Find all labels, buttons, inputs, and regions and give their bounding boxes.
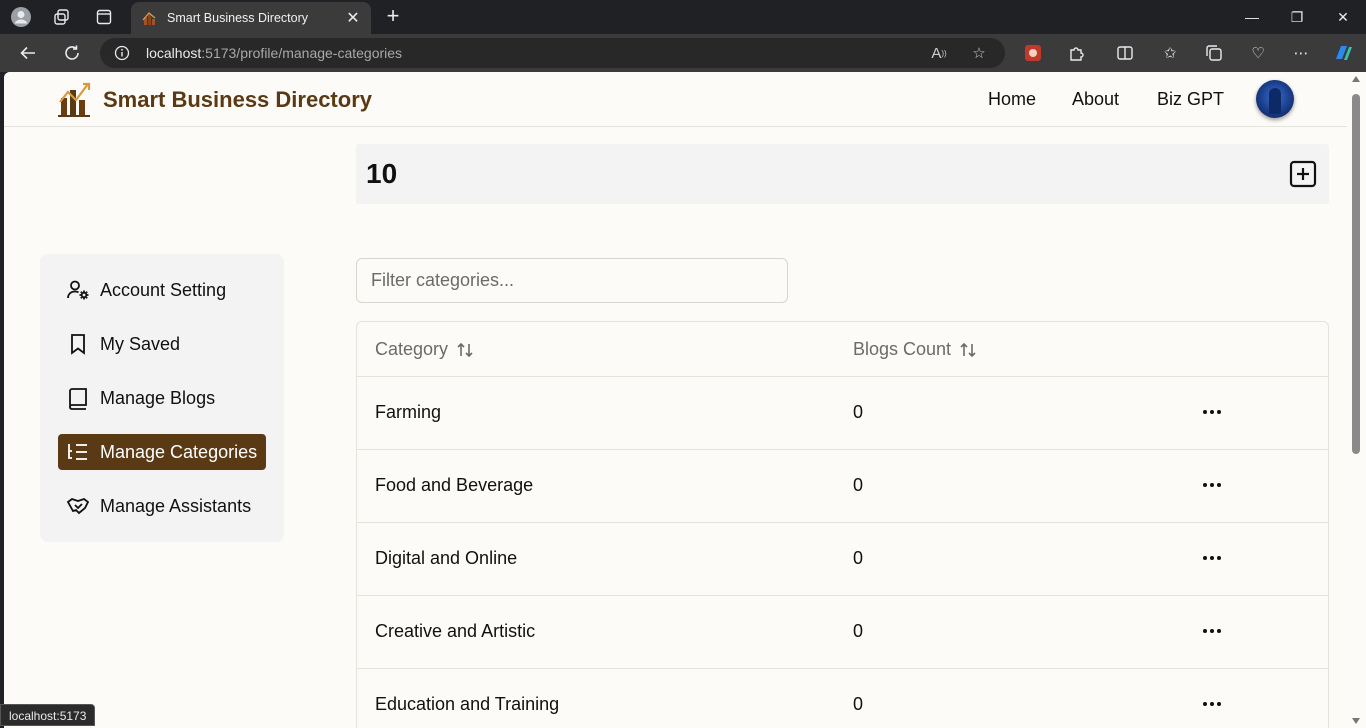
table-row: Food and Beverage 0 bbox=[357, 450, 1328, 523]
category-count: 10 bbox=[366, 158, 398, 189]
list-tree-icon bbox=[66, 440, 90, 464]
site-header: Smart Business Directory Home About Biz … bbox=[4, 72, 1347, 127]
url-host: localhost bbox=[146, 45, 202, 61]
close-tab-icon[interactable]: ✕ bbox=[345, 8, 361, 28]
reload-icon[interactable] bbox=[61, 42, 83, 64]
blogs-count-cell: 0 bbox=[853, 402, 864, 422]
category-cell: Food and Beverage bbox=[375, 475, 534, 495]
copilot-icon[interactable] bbox=[1332, 42, 1354, 64]
restore-icon[interactable]: ❐ bbox=[1286, 6, 1308, 28]
back-icon[interactable] bbox=[17, 42, 39, 64]
close-window-icon[interactable]: ✕ bbox=[1332, 6, 1354, 28]
sidebar-item-manage-blogs[interactable]: Manage Blogs bbox=[58, 380, 266, 416]
scroll-up-arrow-icon[interactable] bbox=[1352, 76, 1360, 82]
blogs-count-cell: 0 bbox=[853, 548, 864, 568]
favorites-icon[interactable]: ✩ bbox=[1159, 42, 1181, 64]
minimize-icon[interactable]: — bbox=[1241, 6, 1263, 28]
category-count-bar: 10 bbox=[356, 144, 1329, 204]
handshake-icon bbox=[66, 494, 90, 518]
sort-icon[interactable] bbox=[959, 341, 977, 359]
table-row: Digital and Online 0 bbox=[357, 523, 1328, 596]
plus-square-icon bbox=[1289, 160, 1317, 188]
row-actions-icon[interactable] bbox=[1197, 400, 1227, 424]
categories-table: Category Blogs Count Farming 0 Food and … bbox=[356, 321, 1329, 728]
browser-tab-bar: Smart Business Directory ✕ + — ❐ ✕ bbox=[0, 0, 1366, 34]
status-bar: localhost:5173 bbox=[0, 704, 96, 726]
nav-biz-gpt[interactable]: Biz GPT bbox=[1157, 89, 1224, 110]
table-header: Category Blogs Count bbox=[357, 322, 1328, 377]
tab-title: Smart Business Directory bbox=[167, 11, 309, 25]
scroll-thumb[interactable] bbox=[1352, 94, 1360, 454]
column-header-category[interactable]: Category bbox=[375, 339, 474, 360]
page: Smart Business Directory Home About Biz … bbox=[4, 72, 1347, 728]
sidebar-item-label: My Saved bbox=[100, 333, 181, 354]
sidebar-item-my-saved[interactable]: My Saved bbox=[58, 326, 266, 362]
page-scrollbar[interactable] bbox=[1347, 72, 1366, 728]
book-icon bbox=[66, 386, 90, 410]
url-text: localhost:5173/profile/manage-categories bbox=[146, 45, 402, 61]
table-row: Farming 0 bbox=[357, 377, 1328, 450]
split-screen-icon[interactable] bbox=[1114, 42, 1136, 64]
address-bar[interactable]: localhost:5173/profile/manage-categories… bbox=[100, 38, 1005, 68]
row-actions-icon[interactable] bbox=[1197, 619, 1227, 643]
sidebar-item-manage-assistants[interactable]: Manage Assistants bbox=[58, 488, 266, 524]
avatar-figure bbox=[1269, 88, 1281, 114]
row-actions-icon[interactable] bbox=[1197, 473, 1227, 497]
browser-essentials-icon[interactable]: ♡ bbox=[1247, 42, 1269, 64]
category-cell: Creative and Artistic bbox=[375, 621, 536, 641]
blogs-count-cell: 0 bbox=[853, 475, 864, 495]
brand-name[interactable]: Smart Business Directory bbox=[103, 87, 372, 113]
add-category-button[interactable] bbox=[1287, 158, 1319, 190]
nav-about[interactable]: About bbox=[1072, 89, 1119, 110]
profile-sidebar: Account Setting My Saved Manage Blogs Ma… bbox=[40, 254, 284, 542]
more-menu-icon[interactable]: ⋯ bbox=[1290, 42, 1312, 64]
nav-home[interactable]: Home bbox=[988, 89, 1036, 110]
table-row: Creative and Artistic 0 bbox=[357, 596, 1328, 669]
category-cell: Digital and Online bbox=[375, 548, 518, 568]
sidebar-item-manage-categories[interactable]: Manage Categories bbox=[58, 434, 266, 470]
sidebar-item-label: Manage Categories bbox=[100, 441, 258, 462]
row-actions-icon[interactable] bbox=[1197, 692, 1227, 716]
column-label: Blogs Count bbox=[853, 339, 952, 359]
collections-icon[interactable] bbox=[1203, 42, 1225, 64]
browser-toolbar: localhost:5173/profile/manage-categories… bbox=[0, 34, 1366, 72]
favorite-star-icon[interactable]: ☆ bbox=[968, 42, 990, 64]
table-row: Education and Training 0 bbox=[357, 669, 1328, 728]
brand-logo-icon[interactable] bbox=[58, 80, 92, 118]
site-info-icon[interactable] bbox=[114, 45, 130, 61]
sort-icon[interactable] bbox=[456, 341, 474, 359]
category-cell: Education and Training bbox=[375, 694, 560, 714]
read-aloud-icon[interactable]: A)) bbox=[928, 42, 950, 64]
blogs-count-cell: 0 bbox=[853, 694, 864, 714]
url-path: :5173/profile/manage-categories bbox=[201, 45, 403, 61]
extensions-puzzle-icon[interactable] bbox=[1066, 42, 1088, 64]
filter-categories-input[interactable] bbox=[356, 258, 788, 303]
category-cell: Farming bbox=[375, 402, 442, 422]
profile-icon[interactable] bbox=[10, 6, 32, 28]
sidebar-item-label: Manage Assistants bbox=[100, 495, 252, 516]
row-actions-icon[interactable] bbox=[1197, 546, 1227, 570]
sidebar-item-account-setting[interactable]: Account Setting bbox=[58, 272, 266, 308]
workspaces-icon[interactable] bbox=[51, 6, 73, 28]
site-favicon-icon bbox=[142, 12, 156, 25]
user-avatar[interactable] bbox=[1256, 80, 1294, 118]
column-label: Category bbox=[375, 339, 449, 359]
bookmark-icon bbox=[66, 332, 90, 356]
extension-red-icon[interactable] bbox=[1022, 42, 1044, 64]
sidebar-item-label: Manage Blogs bbox=[100, 387, 216, 408]
scroll-down-arrow-icon[interactable] bbox=[1352, 718, 1360, 724]
new-tab-button[interactable]: + bbox=[382, 5, 404, 27]
tab-actions-icon[interactable] bbox=[93, 6, 115, 28]
user-gear-icon bbox=[66, 278, 90, 302]
blogs-count-cell: 0 bbox=[853, 621, 864, 641]
column-header-blogs-count[interactable]: Blogs Count bbox=[853, 339, 977, 360]
tab-active[interactable]: Smart Business Directory ✕ bbox=[131, 2, 371, 34]
sidebar-item-label: Account Setting bbox=[100, 279, 227, 300]
